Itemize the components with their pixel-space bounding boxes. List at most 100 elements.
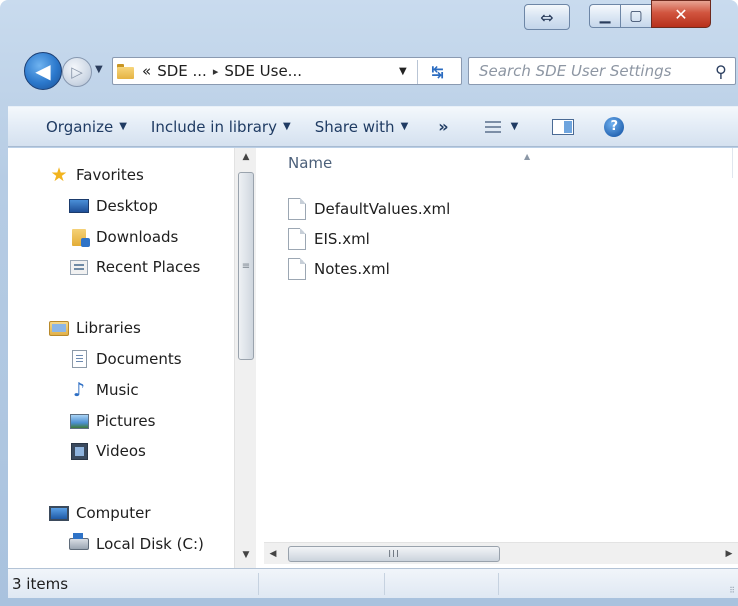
nav-label-pictures: Pictures [96,412,156,430]
file-row[interactable]: Notes.xml [288,255,390,283]
desktop-icon [68,196,90,216]
downloads-icon [68,227,90,247]
documents-icon [68,349,90,369]
sort-ascending-icon: ▲ [524,152,531,161]
chevron-down-icon: ▼ [282,121,291,132]
explorer-window: ⇔ ▁ ▢ ✕ ◀ ▷ ▼ « SDE ... ▸ SDE Use... ▼ ↹… [0,0,738,606]
content-area: ★ Favorites Desktop Downloads Recent Pla… [8,148,738,568]
nav-vertical-scrollbar[interactable]: ▲ ≡ ▼ [234,148,256,568]
file-row[interactable]: DefaultValues.xml [288,195,450,223]
search-icon[interactable]: ⚲ [715,62,727,81]
scroll-up-icon[interactable]: ▲ [235,148,257,166]
title-bar: ⇔ ▁ ▢ ✕ [0,0,738,46]
nav-label-computer: Computer [76,504,151,522]
share-with-menu[interactable]: Share with ▼ [315,118,409,136]
item-count: 3 items [12,574,69,593]
address-row: ◀ ▷ ▼ « SDE ... ▸ SDE Use... ▼ ↹ Search … [0,46,738,106]
horizontal-scroll-thumb[interactable]: III [288,546,500,562]
organize-menu[interactable]: Organize ▼ [46,118,127,136]
nav-item-downloads[interactable]: Downloads [68,224,178,250]
view-list-icon [484,120,501,133]
videos-icon [68,441,90,461]
nav-item-recent-places[interactable]: Recent Places [68,254,200,280]
nav-label-documents: Documents [96,350,182,368]
scroll-thumb[interactable]: ≡ [238,172,254,360]
status-divider [258,573,259,595]
xml-file-icon [288,258,306,280]
status-divider [498,573,499,595]
nav-label-videos: Videos [96,442,146,460]
nav-label-recent-places: Recent Places [96,258,201,276]
nav-label-music: Music [96,381,139,399]
chevron-down-icon: ▼ [510,121,519,132]
column-divider[interactable] [732,148,733,178]
nav-item-favorites[interactable]: ★ Favorites [48,162,143,188]
chevron-down-icon: ▼ [400,121,409,132]
help-icon[interactable]: ? [604,116,625,137]
breadcrumb-sde-user-settings[interactable]: SDE Use... [224,62,302,80]
share-with-label: Share with [314,117,395,136]
music-icon: ♪ [72,379,86,401]
computer-icon [48,503,70,523]
command-bar: Organize ▼ Include in library ▼ Share wi… [8,106,738,147]
breadcrumb-overflow[interactable]: « [142,62,151,80]
maximize-button[interactable]: ▢ [620,4,651,28]
column-header-name[interactable]: Name ▲ [288,152,530,172]
file-name: EIS.xml [314,230,370,248]
scroll-left-icon[interactable]: ◀ [264,545,282,563]
nav-item-computer[interactable]: Computer [48,500,151,526]
recent-places-icon [68,257,90,277]
column-header-label: Name [288,154,333,172]
include-in-library-label: Include in library [150,117,277,136]
search-placeholder: Search SDE User Settings [479,62,672,80]
close-button[interactable]: ✕ [651,0,711,28]
resize-grip-icon[interactable]: ⠿ [729,586,735,595]
nav-item-libraries[interactable]: Libraries [48,315,141,341]
folder-icon [117,63,134,79]
recent-pages-dropdown[interactable]: ▼ [95,64,103,75]
libraries-icon [48,318,70,338]
breadcrumb-sde[interactable]: SDE ... [157,62,207,80]
status-divider [384,573,385,595]
forward-button[interactable]: ▷ [62,57,92,87]
change-view-button[interactable]: ▼ [484,120,519,133]
nav-item-local-disk[interactable]: Local Disk (C:) [68,531,204,557]
nav-label-libraries: Libraries [76,319,141,337]
pictures-icon [68,411,90,431]
nav-item-pictures[interactable]: Pictures [68,408,155,434]
nav-label-local-disk: Local Disk (C:) [96,535,204,553]
file-list: Name ▲ DefaultValues.xml EIS.xml Notes.x… [264,148,738,568]
nav-label-downloads: Downloads [96,228,179,246]
more-commands-button[interactable]: » [438,117,448,136]
file-row[interactable]: EIS.xml [288,225,370,253]
chevron-down-icon: ▼ [119,121,127,132]
resize-icon[interactable]: ⇔ [524,4,570,30]
xml-file-icon [288,228,306,250]
organize-label: Organize [46,117,114,136]
minimize-button[interactable]: ▁ [589,4,620,28]
scroll-down-icon[interactable]: ▼ [235,546,257,564]
navigation-pane: ★ Favorites Desktop Downloads Recent Pla… [8,148,258,568]
status-bar: 3 items ⠿ [8,568,738,598]
star-icon: ★ [50,164,68,186]
file-name: DefaultValues.xml [314,200,451,218]
caption-buttons: ▁ ▢ ✕ [589,0,711,30]
xml-file-icon [288,198,306,220]
breadcrumb-separator-icon[interactable]: ▸ [213,65,219,78]
address-dropdown-icon[interactable]: ▼ [399,66,407,77]
nav-label-desktop: Desktop [96,197,158,215]
nav-item-videos[interactable]: Videos [68,438,146,464]
scroll-right-icon[interactable]: ▶ [720,545,738,563]
local-disk-icon [68,533,90,554]
nav-item-documents[interactable]: Documents [68,346,182,372]
refresh-button[interactable]: ↹ [417,60,457,84]
file-name: Notes.xml [314,260,390,278]
search-input[interactable]: Search SDE User Settings ⚲ [468,57,736,85]
horizontal-scrollbar[interactable]: ◀ III ▶ [264,542,738,564]
back-button[interactable]: ◀ [24,52,62,90]
nav-item-desktop[interactable]: Desktop [68,193,158,219]
address-bar[interactable]: « SDE ... ▸ SDE Use... ▼ ↹ [112,57,462,85]
nav-item-music[interactable]: ♪ Music [68,377,139,403]
include-in-library-menu[interactable]: Include in library ▼ [151,118,291,136]
preview-pane-icon[interactable] [552,118,575,135]
